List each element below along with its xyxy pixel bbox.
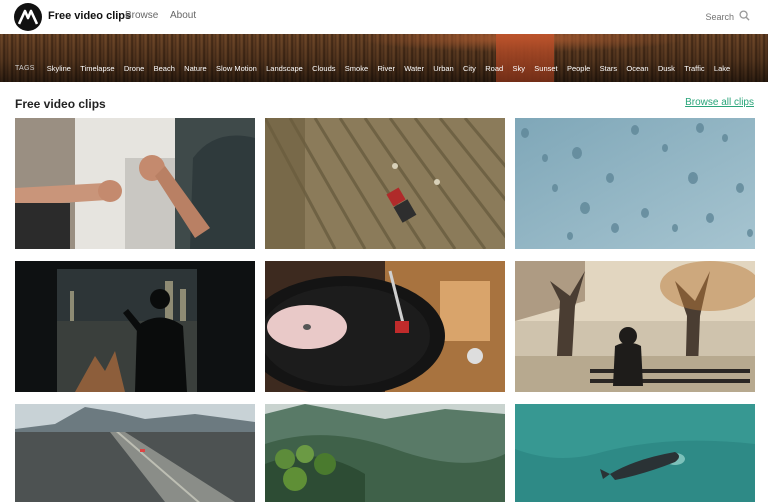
clip-thumbnail-whale-ocean[interactable] — [515, 404, 755, 502]
tag-link[interactable]: Sky — [512, 64, 525, 73]
clip-thumbnail-mountain-road[interactable] — [15, 404, 255, 502]
brand-name[interactable]: Free video clips — [48, 10, 131, 22]
tags-banner — [0, 34, 768, 82]
tag-link[interactable]: Dusk — [658, 64, 675, 73]
clip-thumbnail-fist-bump[interactable] — [15, 118, 255, 249]
tag-link[interactable]: City — [463, 64, 476, 73]
nav-about-link[interactable]: About — [170, 10, 196, 21]
tag-link[interactable]: Water — [404, 64, 424, 73]
tag-link[interactable]: Sunset — [534, 64, 557, 73]
tag-link[interactable]: Clouds — [312, 64, 335, 73]
tags-label: TAGS — [15, 65, 35, 72]
tag-link[interactable]: Smoke — [345, 64, 368, 73]
browse-all-link[interactable]: Browse all clips — [685, 97, 754, 108]
tag-link[interactable]: Road — [485, 64, 503, 73]
clip-thumbnail-raindrops-glass[interactable] — [515, 118, 755, 249]
tag-link[interactable]: Slow Motion — [216, 64, 257, 73]
clip-thumbnail-tractor-field[interactable] — [265, 118, 505, 249]
section-title: Free video clips — [15, 97, 106, 111]
tag-link[interactable]: River — [377, 64, 395, 73]
tag-list: TAGS Skyline Timelapse Drone Beach Natur… — [15, 64, 739, 73]
search-icon[interactable] — [739, 8, 750, 26]
tag-link[interactable]: Skyline — [47, 64, 71, 73]
tag-link[interactable]: Drone — [124, 64, 144, 73]
tag-link[interactable]: Traffic — [684, 64, 704, 73]
banner-accent — [496, 34, 554, 82]
search-input[interactable] — [674, 12, 734, 22]
tag-link[interactable]: Landscape — [266, 64, 303, 73]
clip-thumbnail-record-player[interactable] — [265, 261, 505, 392]
tag-link[interactable]: Stars — [600, 64, 618, 73]
tag-link[interactable]: Ocean — [626, 64, 648, 73]
tag-link[interactable]: Lake — [714, 64, 730, 73]
nav-browse-link[interactable]: Browse — [125, 10, 158, 21]
tag-link[interactable]: People — [567, 64, 590, 73]
top-bar: Free video clips Browse About — [0, 0, 768, 34]
clip-thumbnail-person-window-city[interactable] — [15, 261, 255, 392]
tag-link[interactable]: Timelapse — [80, 64, 114, 73]
tag-link[interactable]: Urban — [433, 64, 453, 73]
tag-link[interactable]: Nature — [184, 64, 207, 73]
clip-thumbnail-person-bench-park[interactable] — [515, 261, 755, 392]
search-box[interactable] — [674, 8, 750, 26]
logo-icon[interactable] — [14, 3, 42, 31]
clip-thumbnail-forest-hills[interactable] — [265, 404, 505, 502]
tag-link[interactable]: Beach — [154, 64, 175, 73]
